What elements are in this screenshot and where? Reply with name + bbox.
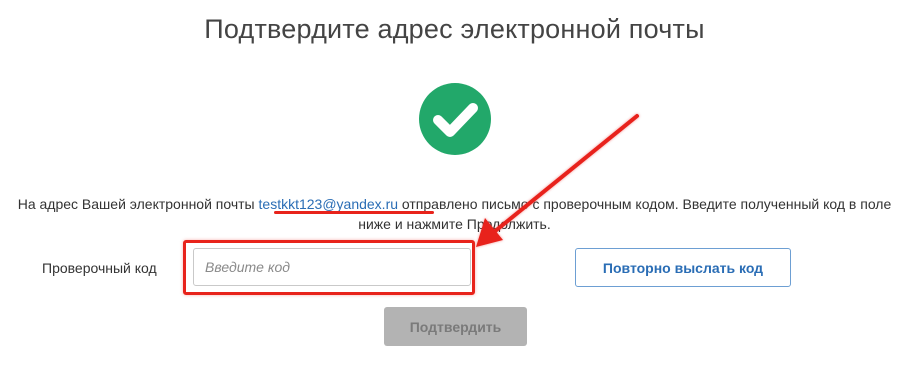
- code-input[interactable]: [193, 248, 471, 286]
- instruction-message: На адрес Вашей электронной почты testkkt…: [10, 194, 899, 234]
- message-text-before: На адрес Вашей электронной почты: [17, 196, 259, 212]
- check-circle-icon: [419, 83, 491, 155]
- confirm-button[interactable]: Подтвердить: [384, 307, 527, 346]
- message-text-after: отправлено письмо с проверочным кодом. В…: [358, 196, 892, 232]
- email-confirmation-page: Подтвердите адрес электронной почты На а…: [0, 0, 909, 365]
- resend-code-button[interactable]: Повторно выслать код: [575, 248, 791, 287]
- annotation-underline: [274, 211, 434, 214]
- page-title: Подтвердите адрес электронной почты: [204, 14, 705, 44]
- code-field-label: Проверочный код: [42, 260, 157, 276]
- email-link[interactable]: testkkt123@yandex.ru: [259, 196, 399, 212]
